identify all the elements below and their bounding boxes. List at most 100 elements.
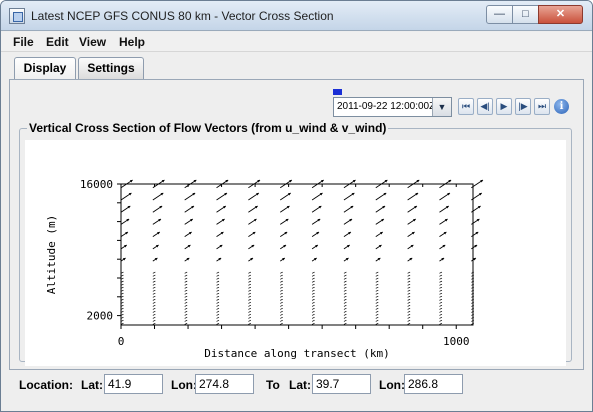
flow-vector <box>152 289 156 292</box>
flow-vector <box>152 286 156 289</box>
location-label: Location: <box>19 378 73 392</box>
flow-vector <box>152 313 156 316</box>
flow-vector <box>248 316 252 319</box>
menu-help[interactable]: Help <box>119 35 145 49</box>
flow-vector <box>343 301 347 304</box>
menu-file[interactable]: File <box>13 35 34 49</box>
last-frame-button[interactable]: ⏭ <box>534 98 550 115</box>
flow-vector <box>248 283 252 286</box>
flow-vector <box>311 322 315 325</box>
title-bar[interactable]: Latest NCEP GFS CONUS 80 km - Vector Cro… <box>1 1 592 31</box>
flow-vector <box>152 292 156 295</box>
flow-vector <box>248 307 252 310</box>
flow-vector <box>248 280 252 283</box>
flow-vector <box>407 316 411 319</box>
cross-section-plot[interactable]: 0 1000 2000 16000 Distance along transect (k… <box>25 140 566 366</box>
flow-vector <box>407 322 411 325</box>
to-lat-field[interactable]: 39.7 <box>312 374 371 394</box>
time-marker <box>333 89 342 95</box>
flow-vector <box>375 277 379 280</box>
step-back-button[interactable]: ◀| <box>477 98 493 115</box>
tab-display[interactable]: Display <box>14 57 76 80</box>
flow-vector <box>407 277 411 280</box>
flow-vector <box>343 271 347 274</box>
flow-vector <box>407 310 411 313</box>
application-window: Latest NCEP GFS CONUS 80 km - Vector Cro… <box>0 0 593 412</box>
flow-vector <box>343 289 347 292</box>
time-select-value: 2011-09-22 12:00:00Z <box>337 101 436 112</box>
x-tick-label: 0 <box>118 335 125 348</box>
flow-vector <box>184 277 188 280</box>
close-button[interactable]: ✕ <box>538 5 583 24</box>
y-axis-label: Altitude (m) <box>45 215 58 294</box>
flow-vector <box>311 271 315 274</box>
flow-vector <box>439 301 443 304</box>
flow-vector <box>375 322 379 325</box>
flow-vector <box>184 301 188 304</box>
play-button[interactable]: ▶ <box>496 98 512 115</box>
first-frame-button[interactable]: ⏮ <box>458 98 474 115</box>
flow-vector <box>311 280 315 283</box>
flow-vector <box>184 295 188 298</box>
flow-vector <box>439 289 443 292</box>
tab-settings[interactable]: Settings <box>78 57 144 79</box>
flow-vector <box>407 280 411 283</box>
flow-vector <box>280 283 283 286</box>
flow-vector <box>184 304 188 307</box>
flow-vector <box>152 283 156 286</box>
flow-vector <box>280 295 283 298</box>
from-lat-field[interactable]: 41.9 <box>104 374 163 394</box>
flow-vector <box>343 304 347 307</box>
flow-vector <box>375 301 379 304</box>
flow-vector <box>343 322 347 325</box>
flow-vector <box>439 274 443 277</box>
flow-vector <box>216 307 220 310</box>
flow-vector <box>184 286 188 289</box>
flow-vector <box>311 298 315 301</box>
menu-edit[interactable]: Edit <box>46 35 69 49</box>
chevron-down-icon[interactable]: ▼ <box>432 98 451 116</box>
to-lon-field[interactable]: 286.8 <box>404 374 463 394</box>
flow-vector <box>184 289 188 292</box>
flow-vector <box>375 313 379 316</box>
info-icon[interactable]: i <box>554 99 569 114</box>
flow-vector <box>248 292 252 295</box>
flow-vector <box>152 307 156 310</box>
flow-vector <box>311 274 315 277</box>
window-title: Latest NCEP GFS CONUS 80 km - Vector Cro… <box>31 9 334 23</box>
flow-vector <box>216 298 220 301</box>
flow-vector <box>439 283 443 286</box>
flow-vector <box>343 313 347 316</box>
flow-vector <box>184 298 188 301</box>
flow-vector <box>439 280 443 283</box>
flow-vector <box>216 304 220 307</box>
skip-backward-icon: ⏮ <box>461 101 471 111</box>
flow-vector <box>280 271 283 274</box>
maximize-button[interactable]: □ <box>512 5 539 24</box>
x-axis-label: Distance along transect (km) <box>204 347 389 360</box>
flow-vector <box>343 310 347 313</box>
flow-vector <box>343 295 347 298</box>
flow-vector <box>375 289 379 292</box>
menu-view[interactable]: View <box>79 35 106 49</box>
flow-vector <box>439 292 443 295</box>
step-forward-button[interactable]: |▶ <box>515 98 531 115</box>
flow-vector <box>407 307 411 310</box>
flow-vector <box>311 283 315 286</box>
plot-frame <box>120 183 474 326</box>
from-lon-field[interactable]: 274.8 <box>195 374 254 394</box>
flow-vector <box>248 313 252 316</box>
time-select[interactable]: 2011-09-22 12:00:00Z ▼ <box>333 97 452 117</box>
flow-vector <box>439 286 443 289</box>
flow-vector <box>248 298 252 301</box>
flow-vector <box>184 307 188 310</box>
flow-vector <box>439 271 443 274</box>
flow-vector <box>375 316 379 319</box>
minimize-button[interactable]: — <box>486 5 513 24</box>
flow-vector <box>407 301 411 304</box>
flow-vector <box>280 322 283 325</box>
flow-vector <box>280 274 283 277</box>
flow-vector <box>152 319 156 322</box>
flow-vector <box>152 274 156 277</box>
flow-vector <box>184 313 188 316</box>
